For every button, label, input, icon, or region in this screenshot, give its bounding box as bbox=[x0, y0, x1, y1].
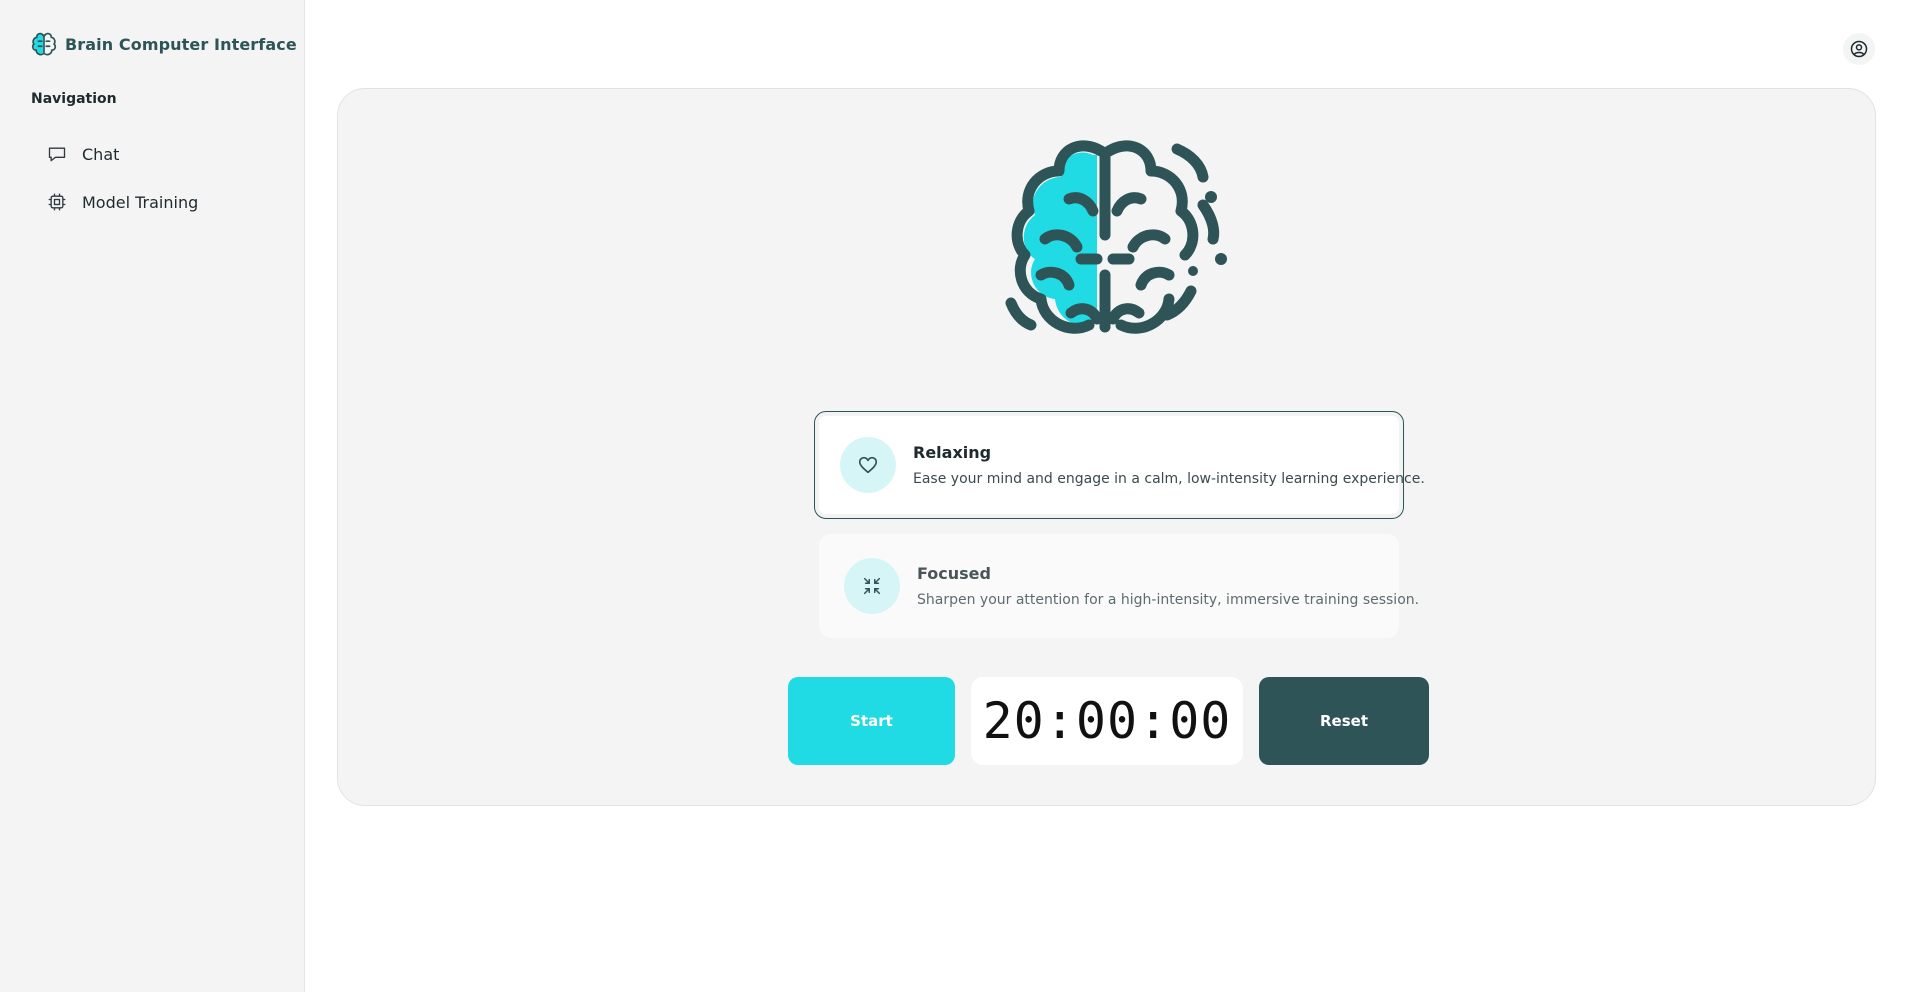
training-panel: Relaxing Ease your mind and engage in a … bbox=[337, 88, 1876, 806]
brain-icon bbox=[31, 32, 57, 56]
mode-description: Ease your mind and engage in a calm, low… bbox=[913, 471, 1425, 487]
nav-list: Chat Model Training bbox=[34, 130, 284, 226]
sidebar: Brain Computer Interface Navigation Chat… bbox=[0, 0, 305, 992]
heart-icon bbox=[858, 456, 878, 474]
sidebar-item-model-training[interactable]: Model Training bbox=[34, 178, 284, 226]
mode-option-focused[interactable]: Focused Sharpen your attention for a hig… bbox=[819, 534, 1419, 638]
sidebar-item-label: Model Training bbox=[82, 192, 199, 212]
mode-title: Focused bbox=[917, 564, 991, 583]
user-circle-icon bbox=[1850, 40, 1868, 58]
cpu-chip-icon bbox=[48, 193, 66, 211]
mode-text: Focused Sharpen your attention for a hig… bbox=[917, 564, 1419, 608]
session-controls: Start 20:00:00 Reset bbox=[788, 677, 1429, 767]
mode-icon-wrap bbox=[840, 437, 896, 493]
mode-text: Relaxing Ease your mind and engage in a … bbox=[913, 443, 1425, 487]
sidebar-item-label: Chat bbox=[82, 144, 120, 164]
app-root: Brain Computer Interface Navigation Chat… bbox=[0, 0, 1908, 992]
sidebar-item-chat[interactable]: Chat bbox=[34, 130, 284, 178]
mode-option-relaxing[interactable]: Relaxing Ease your mind and engage in a … bbox=[814, 411, 1425, 519]
chat-bubble-icon bbox=[48, 147, 66, 162]
app-title: Brain Computer Interface bbox=[65, 34, 297, 54]
mode-title: Relaxing bbox=[913, 443, 992, 462]
minimize-arrows-icon bbox=[863, 577, 881, 595]
nav-heading: Navigation bbox=[31, 91, 117, 107]
reset-button[interactable]: Reset bbox=[1259, 677, 1429, 765]
brand[interactable]: Brain Computer Interface bbox=[30, 30, 297, 58]
timer-display: 20:00:00 bbox=[971, 677, 1243, 765]
brain-icon bbox=[1005, 140, 1227, 334]
mode-icon-wrap bbox=[844, 558, 900, 614]
user-menu-button[interactable] bbox=[1843, 33, 1875, 65]
mode-description: Sharpen your attention for a high-intens… bbox=[917, 592, 1420, 608]
start-button[interactable]: Start bbox=[788, 677, 955, 765]
